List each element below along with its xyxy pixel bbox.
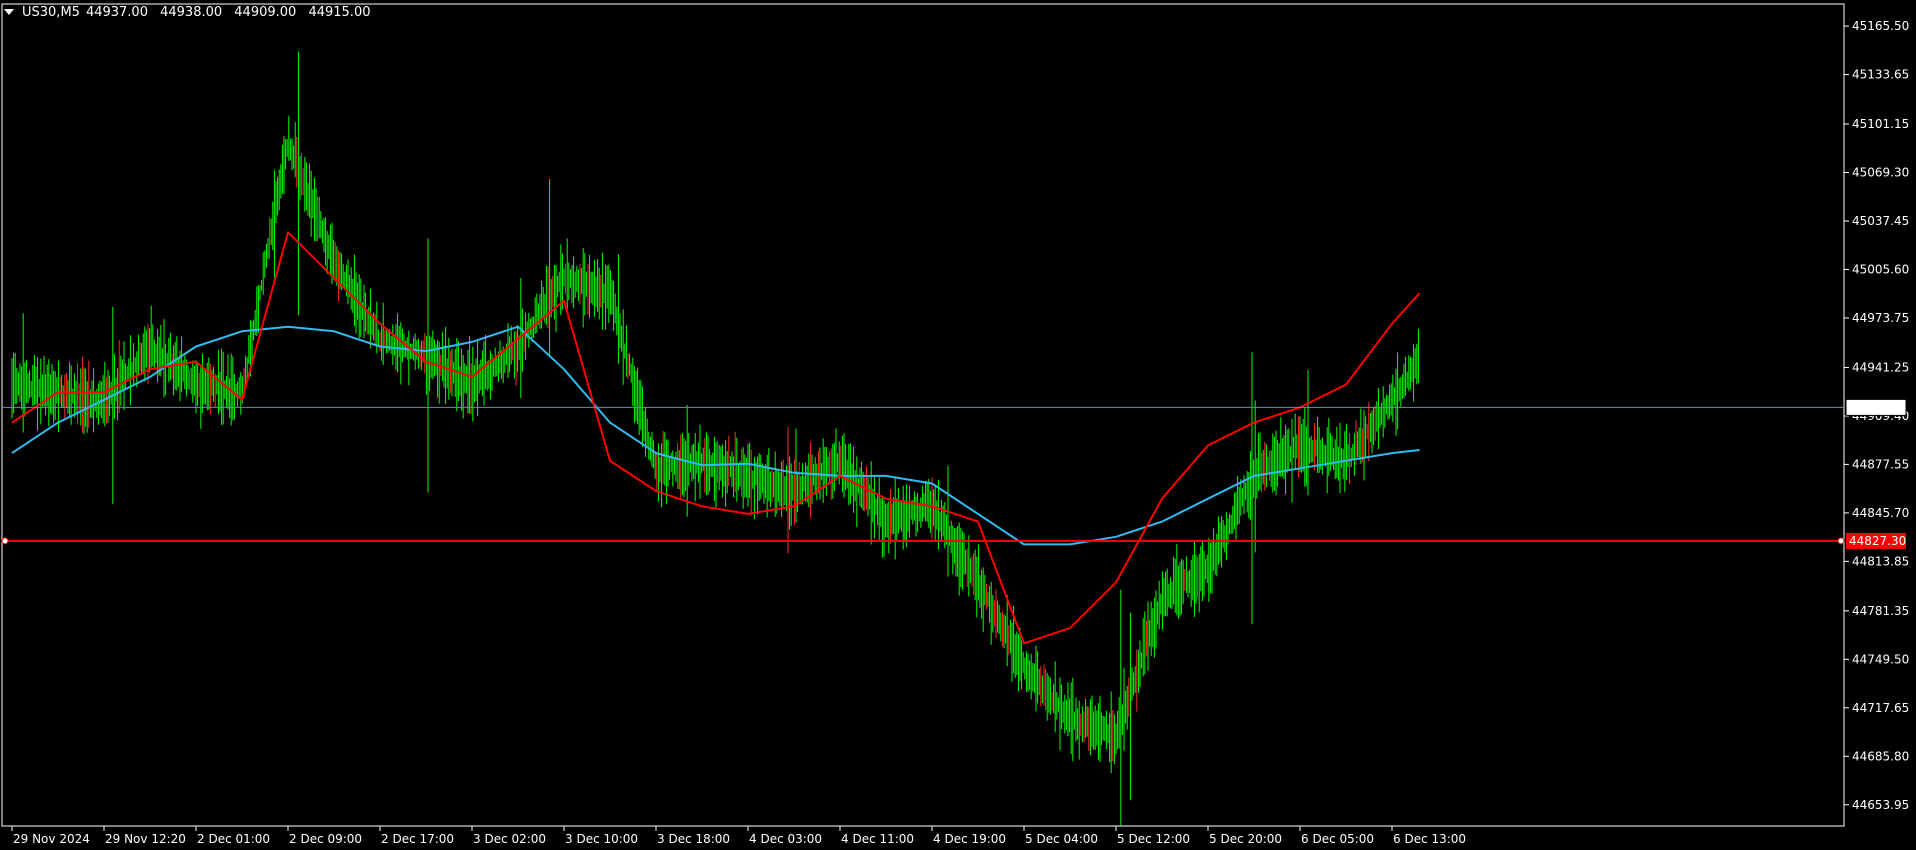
y-tick-label: 44653.95 [1852, 798, 1909, 812]
x-tick-label: 3 Dec 18:00 [657, 832, 730, 846]
x-tick-label: 3 Dec 10:00 [565, 832, 638, 846]
y-tick-label: 44973.75 [1852, 311, 1909, 325]
y-tick-label: 45165.50 [1852, 19, 1909, 33]
x-tick-label: 5 Dec 20:00 [1209, 832, 1282, 846]
x-tick-label: 6 Dec 05:00 [1301, 832, 1374, 846]
y-tick-label: 44749.50 [1852, 652, 1909, 666]
hline-anchor-left[interactable] [1, 537, 9, 545]
y-tick-label: 45069.30 [1852, 166, 1909, 180]
x-tick-label: 29 Nov 12:20 [105, 832, 186, 846]
y-tick-label: 44845.70 [1852, 506, 1909, 520]
y-tick-label: 45101.15 [1852, 117, 1909, 131]
x-tick-label: 4 Dec 19:00 [933, 832, 1006, 846]
y-tick-label: 45133.65 [1852, 68, 1909, 82]
y-tick-label: 45037.45 [1852, 214, 1909, 228]
y-tick-label: 44877.55 [1852, 457, 1909, 471]
plot-frame [1, 3, 1845, 827]
x-tick-label: 5 Dec 12:00 [1117, 832, 1190, 846]
x-tick-label: 6 Dec 13:00 [1393, 832, 1466, 846]
current-price-label: 44915.00 [1849, 400, 1906, 414]
x-tick-label: 3 Dec 02:00 [473, 832, 546, 846]
x-tick-label: 2 Dec 01:00 [197, 832, 270, 846]
x-tick-label: 2 Dec 17:00 [381, 832, 454, 846]
y-tick-label: 44941.25 [1852, 360, 1909, 374]
x-tick-label: 2 Dec 09:00 [289, 832, 362, 846]
x-tick-label: 4 Dec 03:00 [749, 832, 822, 846]
y-tick-label: 45005.60 [1852, 262, 1909, 276]
y-tick-label: 44781.35 [1852, 604, 1909, 618]
x-tick-label: 5 Dec 04:00 [1025, 832, 1098, 846]
hline-anchor-right[interactable] [1837, 537, 1845, 545]
y-tick-label: 44813.85 [1852, 554, 1909, 568]
y-tick-label: 44685.80 [1852, 749, 1909, 763]
y-tick-label: 44717.65 [1852, 701, 1909, 715]
hline-price-label: 44827.30 [1849, 534, 1906, 548]
price-chart[interactable]: 45165.50 45133.65 45101.15 45069.30 45037.45… [0, 0, 1916, 850]
x-tick-label: 29 Nov 2024 [13, 832, 90, 846]
x-tick-label: 4 Dec 11:00 [841, 832, 914, 846]
